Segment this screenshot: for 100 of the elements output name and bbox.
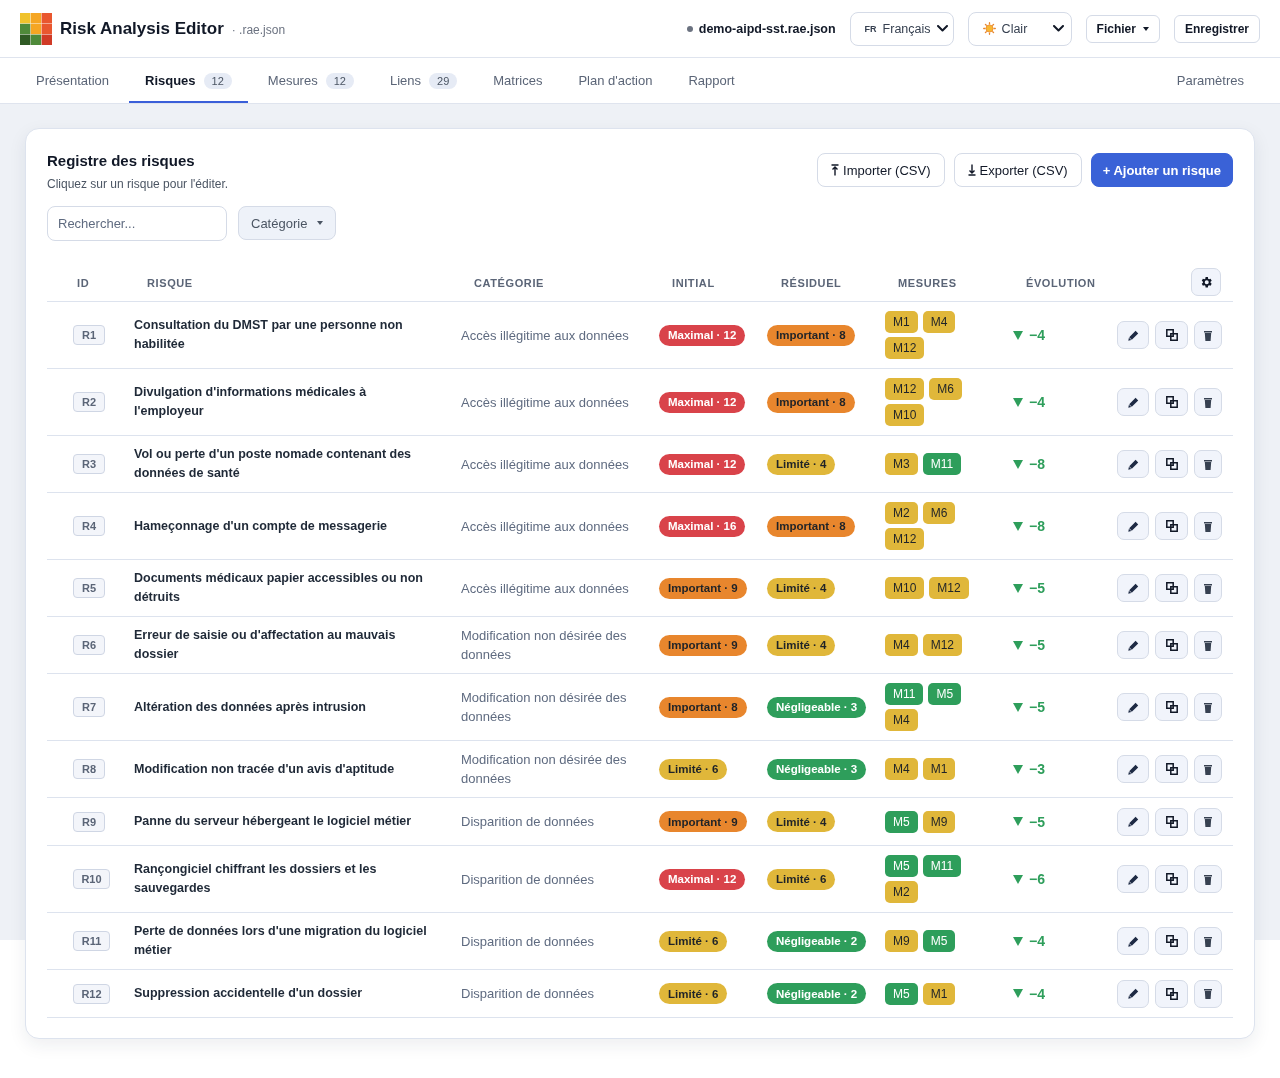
measure-tag: M6 [929, 378, 962, 400]
evolution-value: −8 [1029, 518, 1045, 534]
duplicate-button[interactable] [1155, 979, 1188, 1008]
risk-category: Disparition de données [461, 932, 594, 951]
nav-tab[interactable]: Liens 29 [373, 58, 474, 103]
delete-button[interactable] [1194, 574, 1222, 602]
edit-button[interactable] [1117, 979, 1149, 1008]
save-button[interactable]: Enregistrer [1173, 14, 1260, 43]
duplicate-button[interactable] [1155, 693, 1188, 721]
risk-level-badge: Maximal · 12 [659, 453, 746, 475]
duplicate-button[interactable] [1155, 388, 1188, 416]
measure-tag: M2 [885, 502, 918, 524]
pencil-icon [1127, 582, 1139, 594]
edit-button[interactable] [1117, 631, 1149, 659]
risk-id-badge: R5 [73, 578, 106, 598]
copy-icon [1165, 639, 1178, 651]
risk-category: Modification non désirée des données [461, 689, 628, 726]
risk-category: Accès illégitime aux données [461, 579, 629, 598]
settings-tab[interactable]: Paramètres [1160, 58, 1260, 103]
delete-button[interactable] [1194, 450, 1222, 478]
risk-category: Modification non désirée des données [461, 751, 628, 788]
file-menu-button[interactable]: Fichier [1085, 14, 1160, 43]
risk-level-badge: Limité · 4 [767, 811, 836, 832]
delete-button[interactable] [1194, 927, 1222, 955]
risk-level-badge: Important · 9 [659, 577, 747, 599]
duplicate-button[interactable] [1155, 512, 1188, 540]
risk-id-badge: R4 [73, 516, 106, 536]
edit-button[interactable] [1117, 693, 1149, 721]
edit-button[interactable] [1117, 450, 1149, 478]
edit-button[interactable] [1117, 865, 1149, 893]
copy-icon [1165, 873, 1178, 885]
delete-button[interactable] [1194, 388, 1222, 416]
nav-tab[interactable]: Matrices [477, 58, 559, 103]
duplicate-button[interactable] [1155, 631, 1188, 659]
edit-button[interactable] [1117, 512, 1149, 540]
measure-tag: M12 [922, 634, 962, 656]
risk-category: Disparition de données [461, 985, 594, 1003]
delete-button[interactable] [1194, 979, 1222, 1008]
measure-tag: M5 [885, 982, 918, 1005]
add-risk-button[interactable]: + Ajouter un risque [1090, 153, 1233, 187]
trash-icon [1204, 935, 1212, 947]
trash-icon [1204, 639, 1212, 651]
copy-icon [1165, 701, 1178, 713]
copy-icon [1165, 520, 1178, 532]
measure-tag: M5 [922, 930, 956, 952]
edit-button[interactable] [1117, 755, 1149, 783]
language-select[interactable]: FR Français [849, 11, 954, 46]
table-settings-button[interactable] [1191, 268, 1221, 296]
edit-button[interactable] [1117, 807, 1149, 836]
file-name: demo-aipd-sst.rae.json [698, 21, 836, 36]
nav-tab[interactable]: Plan d'action [562, 58, 669, 103]
risk-level-badge: Négligeable · 2 [767, 983, 867, 1004]
measure-tag: M10 [885, 577, 925, 599]
search-field[interactable]: Rechercher... [47, 206, 227, 241]
risk-level-badge: Important · 9 [659, 811, 747, 832]
delete-button[interactable] [1194, 693, 1222, 721]
upload-icon [831, 164, 840, 176]
duplicate-button[interactable] [1155, 807, 1188, 836]
down-triangle-icon [1013, 330, 1023, 340]
risk-title: Divulgation d'informations médicales à l'employeur [134, 384, 368, 420]
duplicate-button[interactable] [1155, 865, 1188, 893]
measure-tag: M5 [928, 683, 962, 705]
trash-icon [1204, 396, 1212, 408]
duplicate-button[interactable] [1155, 927, 1188, 955]
risk-level-badge: Important · 8 [767, 515, 855, 537]
nav-tab[interactable]: Mesures 12 [251, 58, 370, 103]
delete-button[interactable] [1194, 755, 1222, 783]
duplicate-button[interactable] [1155, 574, 1188, 602]
category-filter-button[interactable]: Catégorie [238, 206, 337, 240]
risk-id-badge: R8 [73, 759, 106, 779]
risk-title: Vol ou perte d'un poste nomade contenant des données de santé [134, 446, 413, 482]
theme-select[interactable]: Clair [967, 11, 1072, 46]
edit-button[interactable] [1117, 927, 1149, 955]
import-button[interactable]: Importer (CSV) [817, 153, 945, 187]
pencil-icon [1127, 639, 1139, 651]
evolution-value: −8 [1029, 456, 1045, 472]
risk-id-badge: R2 [73, 392, 106, 412]
nav-tab[interactable]: Présentation [20, 58, 125, 103]
trash-icon [1204, 701, 1212, 713]
export-button[interactable]: Exporter (CSV) [953, 153, 1082, 187]
delete-button[interactable] [1194, 321, 1222, 349]
duplicate-button[interactable] [1155, 321, 1188, 349]
delete-button[interactable] [1194, 631, 1222, 659]
nav-tab[interactable]: Rapport [672, 58, 751, 103]
duplicate-button[interactable] [1155, 450, 1188, 478]
column-header: ID [77, 277, 90, 289]
edit-button[interactable] [1117, 388, 1149, 416]
delete-button[interactable] [1194, 865, 1222, 893]
delete-button[interactable] [1194, 807, 1222, 836]
edit-button[interactable] [1117, 574, 1149, 602]
measure-tag: M12 [885, 378, 925, 400]
edit-button[interactable] [1117, 321, 1149, 349]
risk-id-badge: R10 [73, 869, 110, 889]
download-icon [967, 164, 976, 176]
delete-button[interactable] [1194, 512, 1222, 540]
pencil-icon [1127, 763, 1139, 775]
copy-icon [1165, 582, 1178, 594]
risk-level-badge: Maximal · 16 [659, 515, 746, 537]
duplicate-button[interactable] [1155, 755, 1188, 783]
pencil-icon [1127, 701, 1139, 713]
